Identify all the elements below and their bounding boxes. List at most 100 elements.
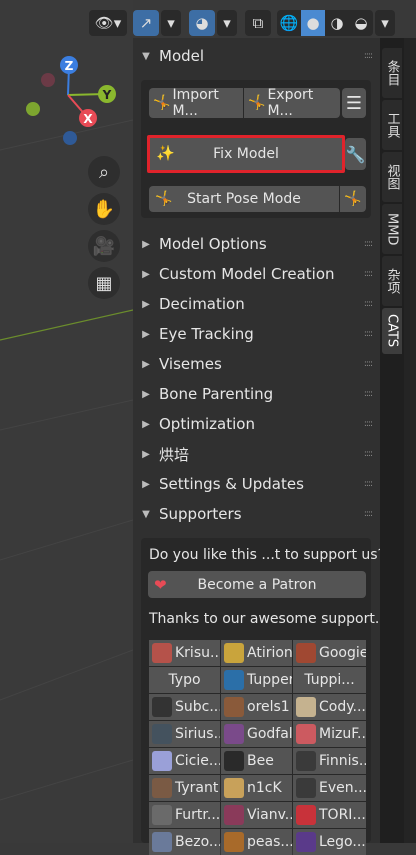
xray-toggle-icon[interactable]: ⧉ bbox=[245, 10, 271, 36]
tab-cats[interactable]: CATS bbox=[382, 308, 402, 354]
pan-hand-icon[interactable]: ✋ bbox=[88, 193, 120, 225]
pose-figure-icon: 🤸 bbox=[153, 95, 171, 111]
chevron-down-icon[interactable]: ▾ bbox=[217, 10, 237, 36]
drag-handle-icon[interactable]: :::: bbox=[364, 51, 373, 61]
import-model-button[interactable]: 🤸 Import M... bbox=[149, 87, 243, 119]
section-bone-parenting[interactable]: ▶ Bone Parenting :::: bbox=[133, 379, 380, 409]
patron-button[interactable]: Googie bbox=[293, 640, 366, 666]
overlay-toggle-icon[interactable]: ◕ bbox=[189, 10, 215, 36]
material-shading-icon[interactable]: ◑ bbox=[325, 10, 349, 36]
patron-button[interactable]: Tupper bbox=[221, 667, 292, 693]
drag-handle-icon[interactable]: :::: bbox=[364, 329, 373, 339]
import-model-label: Import M... bbox=[172, 87, 219, 119]
section-custom-model-creation[interactable]: ▶ Custom Model Creation :::: bbox=[133, 259, 380, 289]
patron-button[interactable]: Godfall bbox=[221, 721, 292, 747]
patron-button[interactable]: Atirion bbox=[221, 640, 292, 666]
fix-model-label: Fix Model bbox=[213, 146, 279, 162]
patron-button[interactable]: Lego... bbox=[293, 829, 366, 855]
patron-button[interactable]: Vianv... bbox=[221, 802, 292, 828]
export-model-label: Export M... bbox=[267, 87, 314, 119]
visibility-eye-icon[interactable]: 👁▾ bbox=[89, 10, 127, 36]
menu-icon[interactable]: ☰ bbox=[342, 88, 366, 118]
section-decimation[interactable]: ▶ Decimation :::: bbox=[133, 289, 380, 319]
drag-handle-icon[interactable]: :::: bbox=[364, 389, 373, 399]
section-visemes[interactable]: ▶ Visemes :::: bbox=[133, 349, 380, 379]
drag-handle-icon[interactable]: :::: bbox=[364, 269, 373, 279]
drag-handle-icon[interactable]: :::: bbox=[364, 419, 373, 429]
patron-button[interactable]: TORI... bbox=[293, 802, 366, 828]
patron-button[interactable]: Tyrant bbox=[149, 775, 220, 801]
section-settings-updates[interactable]: ▶ Settings & Updates :::: bbox=[133, 469, 380, 499]
patron-button[interactable]: orels1 bbox=[221, 694, 292, 720]
start-pose-mode-button[interactable]: 🤸 Start Pose Mode bbox=[149, 186, 339, 212]
wrench-icon[interactable]: 🔧 bbox=[345, 138, 366, 170]
patron-avatar-icon bbox=[152, 697, 172, 717]
patron-name: Subc... bbox=[175, 699, 220, 715]
3d-viewport[interactable]: Z Y X ⌕ ✋ 🎥 ▦ bbox=[0, 0, 133, 843]
section-optimization[interactable]: ▶ Optimization :::: bbox=[133, 409, 380, 439]
chevron-down-icon[interactable]: ▾ bbox=[161, 10, 181, 36]
fix-model-button[interactable]: ✨ Fix Model bbox=[147, 135, 345, 173]
patron-button[interactable]: Krisu.... bbox=[149, 640, 220, 666]
magic-wand-icon: ✨ bbox=[156, 144, 175, 162]
patron-name: Krisu.... bbox=[175, 645, 220, 661]
collapsed-arrow-icon: ▶ bbox=[142, 328, 150, 340]
navigation-gizmo[interactable]: Z Y X bbox=[20, 50, 130, 150]
chevron-down-icon[interactable]: ▾ bbox=[375, 10, 395, 36]
collapsed-arrow-icon: ▶ bbox=[142, 268, 150, 280]
patron-name: Googie bbox=[319, 645, 366, 661]
perspective-grid-icon[interactable]: ▦ bbox=[88, 267, 120, 299]
section-title: Optimization bbox=[159, 415, 255, 433]
sidebar-tabs: 条目 工具 视图 MMD 杂项 CATS bbox=[380, 38, 404, 843]
model-section-header[interactable]: ▼ Model :::: bbox=[133, 41, 380, 71]
drag-handle-icon[interactable]: :::: bbox=[364, 239, 373, 249]
patron-name: Lego... bbox=[319, 834, 366, 850]
patron-button[interactable]: peas... bbox=[221, 829, 292, 855]
drag-handle-icon[interactable]: :::: bbox=[364, 479, 373, 489]
pose-figure-icon: 🤸 bbox=[248, 95, 266, 111]
patron-button[interactable]: Finnis... bbox=[293, 748, 366, 774]
editor-edge bbox=[404, 38, 416, 843]
become-patron-button[interactable]: ❤ Become a Patron bbox=[148, 571, 366, 598]
section-title: 烘培 bbox=[159, 445, 190, 464]
export-model-button[interactable]: 🤸 Export M... bbox=[244, 87, 340, 119]
wireframe-shading-icon[interactable]: 🌐 bbox=[277, 10, 301, 36]
tab-view[interactable]: 视图 bbox=[382, 152, 402, 202]
start-pose-mode-label: Start Pose Mode bbox=[187, 191, 301, 207]
patron-button[interactable]: Typo bbox=[149, 667, 220, 693]
drag-handle-icon[interactable]: :::: bbox=[364, 449, 373, 459]
tab-item[interactable]: 条目 bbox=[382, 48, 402, 98]
tab-tool[interactable]: 工具 bbox=[382, 100, 402, 150]
patron-button[interactable]: Tuppi... bbox=[293, 667, 366, 693]
drag-handle-icon[interactable]: :::: bbox=[364, 299, 373, 309]
patron-button[interactable]: Subc... bbox=[149, 694, 220, 720]
patron-button[interactable]: Bee bbox=[221, 748, 292, 774]
patron-name: Cicie... bbox=[175, 753, 220, 769]
tab-mmd[interactable]: MMD bbox=[382, 204, 402, 254]
patron-button[interactable]: MizuF... bbox=[293, 721, 366, 747]
section-model-options[interactable]: ▶ Model Options :::: bbox=[133, 229, 380, 259]
patron-avatar-icon bbox=[296, 805, 316, 825]
pose-to-shape-icon[interactable]: 🤸 bbox=[340, 186, 366, 212]
section-eye-tracking[interactable]: ▶ Eye Tracking :::: bbox=[133, 319, 380, 349]
section-bake[interactable]: ▶ 烘培 :::: bbox=[133, 439, 380, 469]
patron-button[interactable]: Cody... bbox=[293, 694, 366, 720]
camera-icon[interactable]: 🎥 bbox=[88, 230, 120, 262]
patron-button[interactable]: Bezo... bbox=[149, 829, 220, 855]
patron-button[interactable]: Cicie... bbox=[149, 748, 220, 774]
drag-handle-icon[interactable]: :::: bbox=[364, 359, 373, 369]
patron-name: Finnis... bbox=[319, 753, 366, 769]
patron-button[interactable]: n1cK bbox=[221, 775, 292, 801]
gizmo-toggle-icon[interactable]: ↗ bbox=[133, 10, 159, 36]
drag-handle-icon[interactable]: :::: bbox=[364, 509, 373, 519]
patron-button[interactable]: Sirius... bbox=[149, 721, 220, 747]
rendered-shading-icon[interactable]: ◒ bbox=[349, 10, 373, 36]
thanks-text: Thanks to our awesome support... bbox=[149, 611, 389, 627]
solid-shading-icon[interactable]: ● bbox=[301, 10, 325, 36]
patron-button[interactable]: Furtr... bbox=[149, 802, 220, 828]
tab-misc[interactable]: 杂项 bbox=[382, 256, 402, 306]
patron-button[interactable]: Even... bbox=[293, 775, 366, 801]
section-supporters[interactable]: ▼ Supporters :::: bbox=[133, 499, 380, 529]
section-title: Eye Tracking bbox=[159, 325, 254, 343]
zoom-icon[interactable]: ⌕ bbox=[88, 156, 120, 188]
